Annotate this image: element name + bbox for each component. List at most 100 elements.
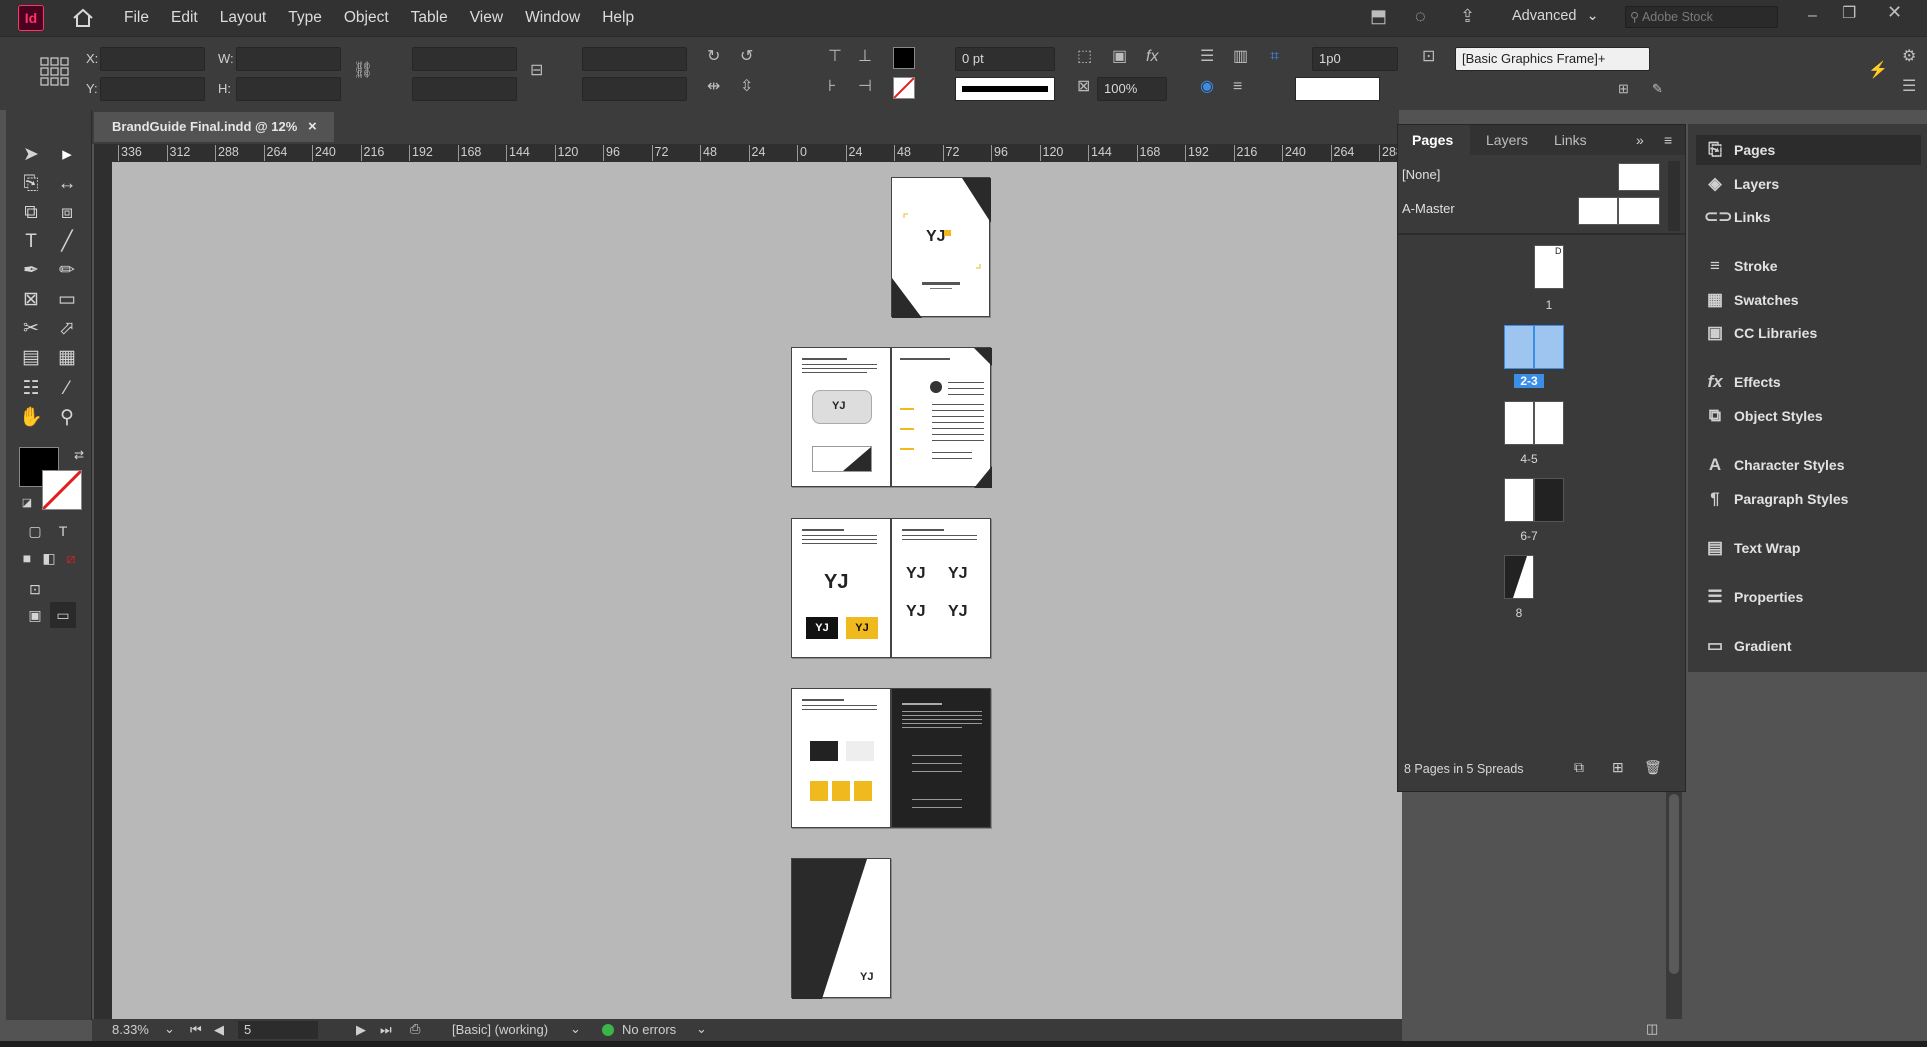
share-icon[interactable]: ⇪ [1460, 7, 1475, 25]
select-previous-icon[interactable]: ⊦ [828, 79, 836, 95]
vertical-ruler[interactable] [94, 162, 112, 1019]
selection-tool-icon[interactable]: ➤ [18, 142, 44, 168]
tab-pages[interactable]: Pages [1398, 125, 1470, 155]
object-style-dropdown[interactable]: [Basic Graphics Frame]+ [1455, 47, 1650, 71]
home-icon[interactable] [72, 8, 94, 28]
split-layout-icon[interactable]: ◫ [1646, 1021, 1658, 1037]
content-placer-icon[interactable]: ⧈ [54, 200, 80, 226]
distribute-icon[interactable]: ≡ [1233, 79, 1242, 95]
menu-object[interactable]: Object [344, 9, 389, 27]
dock-layers[interactable]: ◈ Layers [1696, 169, 1921, 199]
page-2[interactable]: YJ [791, 347, 891, 487]
gradient-feather-tool-icon[interactable]: ▦ [54, 345, 80, 371]
panel-menu-icon[interactable]: ≡ [1664, 125, 1672, 155]
select-container-icon[interactable]: ⊤ [828, 49, 842, 65]
chevron-down-icon[interactable]: ⌄ [696, 1021, 707, 1037]
none-master-label[interactable]: [None] [1402, 167, 1440, 182]
select-next-icon[interactable]: ⊣ [858, 79, 872, 95]
content-collector-icon[interactable]: ⧉ [18, 200, 44, 226]
page-thumb-3[interactable] [1534, 325, 1564, 369]
type-tool-icon[interactable]: T [18, 229, 44, 255]
dock-paragraph-styles[interactable]: ¶ Paragraph Styles [1696, 484, 1921, 514]
swap-colors-icon[interactable]: ⇄ [66, 442, 92, 468]
apply-none-icon[interactable]: ⧄ [58, 545, 84, 571]
stroke-weight-field[interactable]: 0 pt [955, 47, 1055, 71]
preview-mode-icon[interactable]: ▣ [22, 602, 48, 628]
tab-layers[interactable]: Layers [1486, 125, 1528, 155]
pencil-tool-icon[interactable]: ✏ [54, 258, 80, 284]
dock-links[interactable]: ⊂⊃ Links [1696, 202, 1921, 232]
rotation-field[interactable] [582, 47, 687, 71]
close-tab-icon[interactable]: × [308, 112, 317, 142]
none-master-thumb[interactable] [1618, 163, 1660, 191]
scale-y-field[interactable] [412, 77, 517, 101]
horizontal-ruler[interactable]: 336 312 288 264 240 216 192 168 144 120 96 72 48 24 0 2… [112, 144, 1402, 162]
menu-window[interactable]: Window [525, 9, 580, 27]
minimize-icon[interactable]: – [1808, 8, 1817, 24]
clear-overrides-icon[interactable]: ⊞ [1618, 81, 1629, 97]
edit-style-icon[interactable]: ✎ [1652, 81, 1663, 97]
a-master-thumb[interactable] [1618, 197, 1660, 225]
flip-horizontal-icon[interactable]: ⇹ [707, 79, 720, 95]
flip-vertical-icon[interactable]: ⇳ [740, 79, 753, 95]
chevron-down-icon[interactable]: ⌄ [164, 1021, 175, 1037]
dock-character-styles[interactable]: A Character Styles [1696, 450, 1921, 480]
page-thumb-8[interactable] [1504, 555, 1534, 599]
previous-page-icon[interactable]: ◀ [214, 1022, 224, 1038]
menu-type[interactable]: Type [288, 9, 322, 27]
open-page-icon[interactable]: ⎙ [410, 1021, 420, 1037]
text-wrap-none-icon[interactable]: ☰ [1200, 49, 1214, 65]
vertical-scrollbar[interactable] [1666, 792, 1682, 1019]
formatting-text-icon[interactable]: T [50, 518, 76, 544]
rotate-ccw-icon[interactable]: ↺ [740, 49, 753, 65]
lightbulb-icon[interactable]: ◌ [1415, 7, 1426, 25]
restore-icon[interactable]: ❐ [1842, 6, 1856, 22]
last-page-icon[interactable]: ⏭ [380, 1022, 392, 1038]
page-thumb-4[interactable] [1504, 401, 1534, 445]
link-scale-icon[interactable]: ⊟ [530, 63, 543, 79]
page-tool-icon[interactable]: ⎘ [18, 171, 44, 197]
delete-page-icon[interactable]: 🗑 [1644, 759, 1662, 776]
stock-search[interactable]: ⚲ Adobe Stock [1625, 6, 1778, 28]
dock-object-styles[interactable]: ⧉ Object Styles [1696, 401, 1921, 431]
ruler-corner[interactable] [94, 144, 112, 162]
menu-layout[interactable]: Layout [220, 9, 267, 27]
close-window-icon[interactable]: ✕ [1887, 3, 1902, 21]
w-field[interactable] [236, 47, 341, 71]
page-number-field[interactable]: 5 [238, 1021, 318, 1039]
formatting-container-icon[interactable]: ▢ [22, 518, 48, 544]
menu-table[interactable]: Table [411, 9, 448, 27]
scissors-tool-icon[interactable]: ✂ [18, 316, 44, 342]
rectangle-tool-icon[interactable]: ▭ [54, 287, 80, 313]
scale-x-field[interactable] [412, 47, 517, 71]
a-master-thumb[interactable] [1578, 197, 1618, 225]
first-page-icon[interactable]: ⏮ [190, 1022, 202, 1038]
dock-cc-libraries[interactable]: ▣ CC Libraries [1696, 318, 1921, 348]
scroll-thumb[interactable] [1669, 794, 1679, 974]
dock-gradient[interactable]: ▭ Gradient [1696, 631, 1921, 661]
frame-preview-swatch[interactable] [1295, 77, 1380, 101]
gradient-swatch-tool-icon[interactable]: ▤ [18, 345, 44, 371]
page-4[interactable]: YJ YJ YJ [791, 518, 891, 658]
hand-tool-icon[interactable]: ✋ [18, 405, 44, 431]
dock-swatches[interactable]: ▦ Swatches [1696, 285, 1921, 315]
drop-shadow-icon[interactable]: ▣ [1112, 49, 1127, 65]
next-page-icon[interactable]: ▶ [356, 1022, 366, 1038]
x-field[interactable] [100, 47, 205, 71]
page-thumb-2[interactable] [1504, 325, 1534, 369]
workspace-switcher[interactable]: Advanced ⌄ [1512, 8, 1599, 24]
note-tool-icon[interactable]: ☷ [18, 376, 44, 402]
menu-file[interactable]: File [124, 9, 149, 27]
pen-tool-icon[interactable]: ✒ [18, 258, 44, 284]
zoom-tool-icon[interactable]: ⚲ [54, 405, 80, 431]
text-wrap-box-icon[interactable]: ▥ [1233, 49, 1248, 65]
panel-scrollbar[interactable] [1668, 161, 1680, 231]
menu-help[interactable]: Help [602, 9, 634, 27]
normal-mode-icon[interactable]: ▭ [50, 602, 76, 628]
screen-mode-icon[interactable]: ⊡ [22, 576, 48, 602]
align-icon[interactable]: ◉ [1200, 79, 1214, 95]
rectangle-frame-tool-icon[interactable]: ⊠ [18, 287, 44, 313]
new-page-icon[interactable]: ⊞ [1612, 759, 1624, 776]
a-master-label[interactable]: A-Master [1402, 201, 1455, 216]
page-thumb-7[interactable] [1534, 478, 1564, 522]
